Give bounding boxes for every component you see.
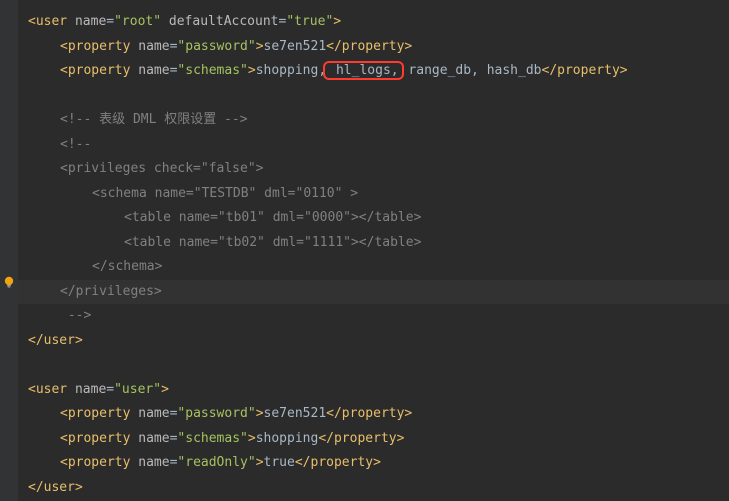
code-token: </user>: [28, 480, 83, 495]
code-area[interactable]: <user name="root" defaultAccount="true">…: [18, 0, 729, 501]
code-token: se7en521: [264, 39, 327, 54]
code-line[interactable]: <property name="password">se7en521</prop…: [28, 35, 729, 60]
code-line[interactable]: <table name="tb02" dml="1111"></table>: [28, 231, 729, 256]
code-token: </property>: [326, 39, 412, 54]
code-line[interactable]: <property name="password">se7en521</prop…: [28, 402, 729, 427]
code-token: "true": [286, 14, 333, 29]
code-token: >: [256, 455, 264, 470]
code-token: </property>: [318, 431, 404, 446]
code-token: -->: [60, 308, 91, 323]
code-token: <property: [60, 455, 138, 470]
code-token: defaultAccount: [169, 14, 279, 29]
highlight-annotation: hl_logs,: [323, 61, 403, 80]
code-line[interactable]: <user name="user">: [28, 378, 729, 403]
code-token: <privileges check="false">: [60, 161, 264, 176]
code-token: [161, 14, 169, 29]
code-token: name: [138, 431, 169, 446]
code-token: <user: [28, 14, 75, 29]
code-token: <property: [60, 406, 138, 421]
code-token: =: [106, 382, 114, 397]
code-line[interactable]: <privileges check="false">: [28, 157, 729, 182]
code-token: "schemas": [177, 431, 247, 446]
code-line[interactable]: <table name="tb01" dml="0000"></table>: [28, 206, 729, 231]
code-line[interactable]: </user>: [28, 329, 729, 354]
code-token: name: [138, 406, 169, 421]
code-token: <!-- 表级 DML 权限设置 -->: [60, 112, 248, 127]
code-token: =: [106, 14, 114, 29]
code-token: "root": [114, 14, 161, 29]
code-token: >: [248, 63, 256, 78]
code-line[interactable]: <!-- 表级 DML 权限设置 -->: [28, 108, 729, 133]
code-token: <property: [60, 431, 138, 446]
code-token: </user>: [28, 333, 83, 348]
code-token: "password": [177, 39, 255, 54]
code-line[interactable]: </schema>: [28, 255, 729, 280]
code-token: >: [256, 39, 264, 54]
code-token: >: [333, 14, 341, 29]
code-token: se7en521: [264, 406, 327, 421]
code-token: shopping: [256, 431, 319, 446]
code-token: name: [75, 14, 106, 29]
code-token: "readOnly": [177, 455, 255, 470]
code-token: name: [138, 455, 169, 470]
code-token: </privileges>: [60, 284, 162, 299]
code-token: true: [264, 455, 295, 470]
code-line[interactable]: [28, 84, 729, 109]
code-line[interactable]: </privileges>: [18, 280, 729, 305]
code-token: "user": [114, 382, 161, 397]
code-token: <table name="tb01" dml="0000"></table>: [124, 210, 421, 225]
code-line[interactable]: <property name="readOnly">true</property…: [28, 451, 729, 476]
code-token: </property>: [542, 63, 628, 78]
gutter: [0, 0, 18, 501]
code-line[interactable]: <user name="root" defaultAccount="true">: [28, 10, 729, 35]
code-token: >: [248, 431, 256, 446]
lightbulb-icon[interactable]: [2, 275, 16, 289]
code-token: range_db, hash_db: [401, 63, 542, 78]
code-token: name: [138, 63, 169, 78]
code-editor[interactable]: <user name="root" defaultAccount="true">…: [0, 0, 729, 501]
code-token: </property>: [295, 455, 381, 470]
code-token: <property: [60, 39, 138, 54]
code-token: "password": [177, 406, 255, 421]
code-line[interactable]: [28, 353, 729, 378]
code-token: name: [75, 382, 106, 397]
code-token: name: [138, 39, 169, 54]
code-line[interactable]: <!--: [28, 133, 729, 158]
code-token: shopping,: [256, 63, 326, 78]
code-line[interactable]: <property name="schemas">shopping</prope…: [28, 427, 729, 452]
code-line[interactable]: <schema name="TESTDB" dml="0110" >: [28, 182, 729, 207]
code-line[interactable]: -->: [28, 304, 729, 329]
code-token: </schema>: [92, 259, 162, 274]
code-line[interactable]: </user>: [28, 476, 729, 501]
code-token: <table name="tb02" dml="1111"></table>: [124, 235, 421, 250]
code-token: hl_logs,: [328, 63, 398, 78]
code-token: <schema name="TESTDB" dml="0110" >: [92, 186, 358, 201]
code-token: <!--: [60, 137, 91, 152]
code-token: >: [161, 382, 169, 397]
code-token: <user: [28, 382, 75, 397]
code-token: "schemas": [177, 63, 247, 78]
code-token: </property>: [326, 406, 412, 421]
code-token: <property: [60, 63, 138, 78]
code-token: >: [256, 406, 264, 421]
code-line[interactable]: <property name="schemas">shopping, hl_lo…: [28, 59, 729, 84]
